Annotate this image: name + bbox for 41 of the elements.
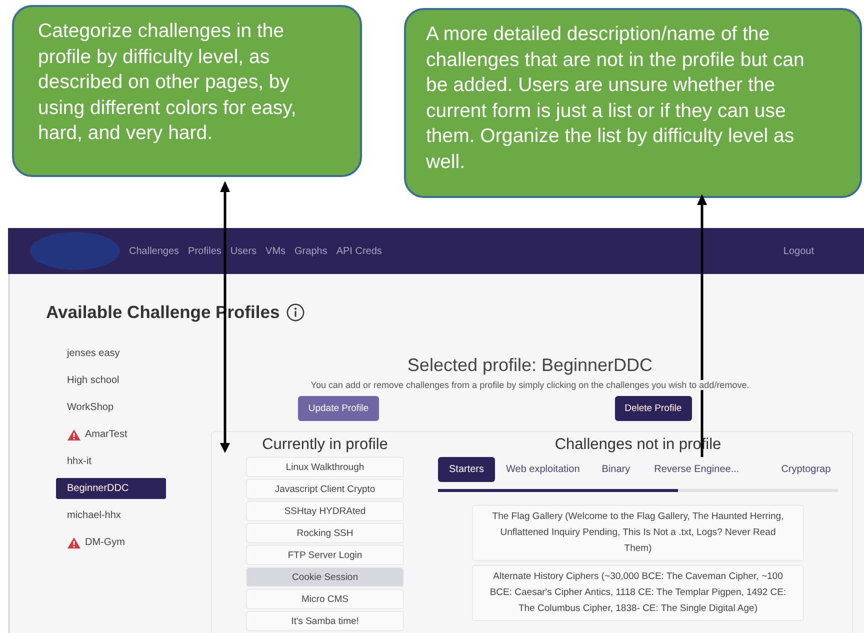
profile-item[interactable]: michael-hhx bbox=[56, 505, 166, 526]
nav-link[interactable]: Users bbox=[230, 246, 257, 256]
category-tab[interactable]: Cryptograp bbox=[770, 457, 838, 482]
warning-icon bbox=[67, 428, 81, 440]
profile-item[interactable]: hhx-it bbox=[56, 451, 166, 472]
challenge-item[interactable]: It's Samba time! bbox=[246, 611, 404, 631]
nav-link[interactable]: API Creds bbox=[336, 246, 382, 256]
challenge-item[interactable]: Rocking SSH bbox=[246, 523, 404, 543]
nav-link[interactable]: Profiles bbox=[188, 246, 222, 256]
challenge-item[interactable]: Javascript Client Crypto bbox=[246, 479, 404, 499]
profile-item[interactable]: WorkShop bbox=[56, 397, 166, 418]
column-heading: Currently in profile bbox=[262, 436, 388, 454]
challenge-item[interactable]: FTP Server Login bbox=[246, 545, 404, 565]
challenge-item[interactable]: SSHtay HYDRAted bbox=[246, 501, 404, 521]
challenge-item[interactable]: Micro CMS bbox=[246, 589, 404, 609]
challenge-item[interactable]: Cookie Session bbox=[246, 567, 404, 587]
update-profile-button[interactable]: Update Profile bbox=[298, 396, 379, 421]
selected-profile-heading: Selected profile: BeginnerDDC bbox=[407, 355, 653, 376]
callout-note: A more detailed description/name of the challenges that are not in the profile but can be added. Users are unsure whether the current form is just a list or if they can use them. Organize the list by difficulty level as well. bbox=[404, 8, 862, 198]
callout-note: Categorize challenges in the profile by difficulty level, as described on other pages, by using different colors for easy, hard, and very hard. bbox=[12, 5, 362, 177]
category-tab[interactable]: Binary bbox=[590, 457, 642, 482]
nav-link[interactable]: Challenges bbox=[129, 246, 180, 256]
profile-item[interactable]: jenses easy bbox=[56, 343, 166, 364]
profile-item[interactable]: DM-Gym bbox=[56, 532, 166, 553]
challenge-item[interactable]: Alternate History Ciphers (~30,000 BCE: The Caveman Cipher, ~100 BCE: Caesar's Cipher Antics, 1118 CE: The Templar Pigpen, 1492 CE: The Columbus Cipher, 1838- CE: The Single Digital Age) bbox=[472, 565, 804, 621]
warning-icon bbox=[67, 536, 81, 548]
profile-item[interactable]: AmarTest bbox=[56, 424, 166, 445]
delete-profile-button[interactable]: Delete Profile bbox=[614, 396, 692, 421]
nav-link[interactable]: Graphs bbox=[294, 246, 328, 256]
challenge-item[interactable]: The Flag Gallery (Welcome to the Flag Gallery, The Haunted Herring, Unflattened Inquiry Pending, This Is Not a .txt, Logs? Never Read Them) bbox=[472, 505, 804, 561]
info-icon[interactable] bbox=[286, 303, 305, 322]
category-tab[interactable]: Web exploitation bbox=[495, 457, 591, 482]
nav-link[interactable]: VMs bbox=[266, 246, 286, 256]
hint-text: You can add or remove challenges from a profile by simply clicking on the challenges you wish to add/remove. bbox=[310, 380, 750, 390]
tab-scrollbar[interactable] bbox=[438, 489, 838, 492]
category-tab[interactable]: Starters bbox=[438, 457, 496, 482]
challenge-item[interactable]: Linux Walkthrough bbox=[246, 457, 404, 477]
logout-link[interactable]: Logout bbox=[783, 246, 814, 256]
category-tab[interactable]: Reverse Enginee... bbox=[643, 457, 750, 482]
profile-item[interactable]: BeginnerDDC bbox=[56, 478, 166, 499]
profile-item[interactable]: High school bbox=[56, 370, 166, 391]
